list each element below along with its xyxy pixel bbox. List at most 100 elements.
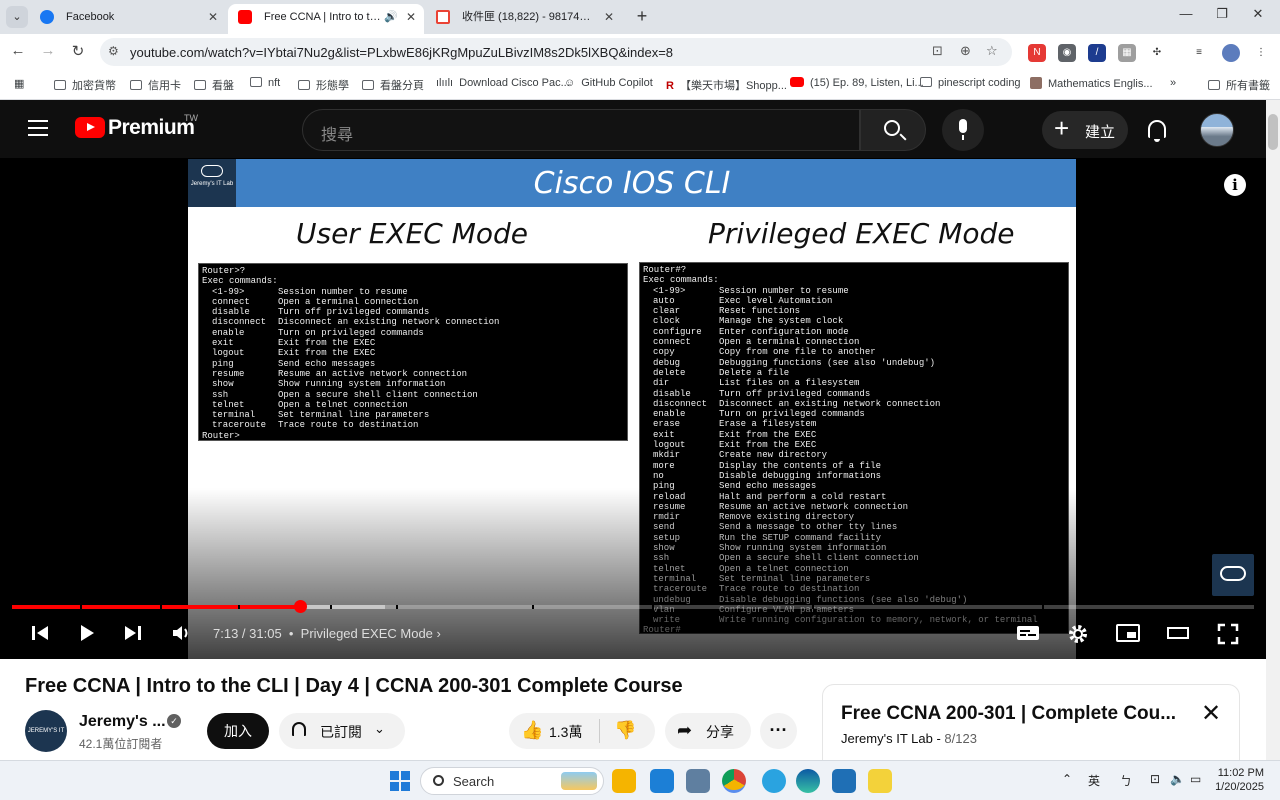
theater-mode-icon[interactable] <box>1167 623 1189 643</box>
create-button[interactable]: + 建立 <box>1042 111 1128 149</box>
scrollbar-thumb[interactable] <box>1268 114 1278 150</box>
extension-icon[interactable]: ▦ <box>1118 44 1136 62</box>
search-input[interactable]: 搜尋 <box>302 109 860 151</box>
bookmark-github-copilot[interactable]: ☺ GitHub Copilot <box>564 77 653 89</box>
site-info-icon[interactable]: ⚙ <box>108 44 119 58</box>
browser-menu-icon[interactable]: ⋮ <box>1252 44 1270 62</box>
dislike-icon[interactable]: 👎 <box>614 720 636 741</box>
bookmark-folder[interactable]: 信用卡 <box>130 77 181 93</box>
bookmark-folder[interactable]: 形態學 <box>298 77 349 93</box>
extension-icon[interactable]: ◉ <box>1058 44 1076 62</box>
tab-search-chevron-icon[interactable]: ⌄ <box>6 6 28 28</box>
reload-icon[interactable]: ↻ <box>68 42 88 60</box>
chrome-icon[interactable] <box>722 769 746 793</box>
terminal-command-row: dir List files on a filesystem <box>643 378 1065 388</box>
restore-button[interactable]: ❐ <box>1212 6 1232 22</box>
share-button[interactable]: ➦ 分享 <box>665 713 751 749</box>
extension-new-icon[interactable]: N <box>1028 44 1046 62</box>
join-button[interactable]: 加入 <box>207 713 269 749</box>
extension-flag-icon[interactable]: / <box>1088 44 1106 62</box>
bookmark-folder[interactable]: 加密貨幣 <box>54 77 116 93</box>
network-icon[interactable]: ⊡ <box>1150 772 1160 786</box>
file-explorer-icon[interactable] <box>612 769 636 793</box>
bookmark-rakuten[interactable]: R 【樂天市場】Shopp... <box>666 77 787 93</box>
address-bar[interactable]: ⚙ youtube.com/watch?v=IYbtai7Nu2g&list=P… <box>100 38 1012 66</box>
url-text[interactable]: youtube.com/watch?v=IYbtai7Nu2g&list=PLx… <box>130 45 673 60</box>
battery-icon[interactable]: ▭ <box>1190 772 1201 786</box>
new-tab-button[interactable]: + <box>632 6 652 27</box>
bookmark-folder[interactable]: 看盤分頁 <box>362 77 424 93</box>
bookmark-folder[interactable]: pinescript coding <box>920 77 1021 89</box>
close-icon[interactable]: ✕ <box>1201 699 1221 728</box>
bookmark-youtube[interactable]: (15) Ep. 89, Listen, Li... <box>790 77 924 89</box>
channel-watermark[interactable] <box>1212 554 1254 596</box>
more-actions-button[interactable]: ··· <box>760 713 797 749</box>
system-clock[interactable]: 11:02 PM 1/20/2025 <box>1212 766 1264 794</box>
back-icon[interactable]: ← <box>8 42 28 59</box>
close-icon[interactable]: ✕ <box>406 4 416 30</box>
menu-icon[interactable] <box>28 120 48 136</box>
ime-language-indicator[interactable]: 英 <box>1088 772 1100 789</box>
settings-gear-icon[interactable] <box>1067 623 1089 645</box>
previous-icon[interactable] <box>30 623 50 643</box>
tab-youtube-video[interactable]: Free CCNA | Intro to the CLI 🔊 ✕ <box>228 4 424 34</box>
show-hidden-icons-chevron-icon[interactable]: ⌃ <box>1062 772 1072 786</box>
volume-icon[interactable] <box>171 623 193 643</box>
voice-search-button[interactable] <box>942 109 984 151</box>
fullscreen-icon[interactable] <box>1217 623 1239 645</box>
bell-icon <box>292 722 306 736</box>
ime-mode-icon[interactable]: ㄅ <box>1120 772 1132 789</box>
more-bookmarks-icon[interactable]: » <box>1170 77 1176 89</box>
channel-name[interactable]: Jeremy's ... <box>79 713 166 731</box>
media-controls-icon[interactable]: ≡ <box>1190 44 1208 62</box>
next-icon[interactable] <box>123 623 143 643</box>
account-avatar[interactable] <box>1200 113 1234 147</box>
bookmark-folder[interactable]: nft <box>250 77 280 89</box>
play-icon[interactable] <box>77 623 97 643</box>
notepad-icon[interactable] <box>832 769 856 793</box>
minimize-button[interactable]: — <box>1176 6 1196 21</box>
close-icon[interactable]: ✕ <box>604 4 614 30</box>
telegram-icon[interactable] <box>762 769 786 793</box>
miniplayer-icon[interactable] <box>1116 623 1140 643</box>
page-scrollbar[interactable] <box>1266 100 1280 760</box>
forward-icon[interactable]: → <box>38 42 58 59</box>
extensions-puzzle-icon[interactable]: ✣ <box>1148 44 1166 62</box>
app-icon[interactable] <box>650 769 674 793</box>
bookmark-cisco[interactable]: ılıılı Download Cisco Pac... <box>436 77 570 89</box>
taskbar-search[interactable]: Search <box>420 767 604 795</box>
like-count[interactable]: 1.3萬 <box>549 722 582 742</box>
speaker-icon[interactable]: 🔊 <box>384 4 398 30</box>
bookmark-star-icon[interactable]: ☆ <box>986 43 998 59</box>
youtube-logo-icon[interactable] <box>75 117 105 138</box>
subtitles-icon[interactable] <box>1016 623 1040 643</box>
progress-bar[interactable] <box>12 600 1254 613</box>
bookmark-mathematics[interactable]: Mathematics Englis... <box>1030 77 1153 90</box>
channel-avatar[interactable]: JEREMY'S IT LAB <box>25 710 67 776</box>
zoom-icon[interactable]: ⊕ <box>960 43 971 59</box>
chapter-title[interactable]: Privileged EXEC Mode <box>301 626 433 641</box>
profile-avatar[interactable] <box>1222 44 1240 62</box>
app-icon[interactable] <box>868 769 892 793</box>
window-close-button[interactable]: ✕ <box>1248 6 1268 22</box>
like-icon[interactable]: 👍 <box>521 720 543 741</box>
subscribed-button[interactable]: 已訂閱 ⌄ <box>279 713 405 749</box>
search-button[interactable] <box>860 109 926 151</box>
bookmark-folder[interactable]: 看盤 <box>194 77 234 93</box>
video-player[interactable]: Jeremy's IT Lab Cisco IOS CLI User EXEC … <box>0 158 1266 659</box>
all-bookmarks-folder[interactable]: 所有書籤 <box>1208 77 1270 93</box>
youtube-premium-logo[interactable]: Premium <box>108 116 195 140</box>
close-icon[interactable]: ✕ <box>208 4 218 30</box>
tab-gmail[interactable]: 收件匣 (18,822) - 981746@gma ✕ <box>426 4 622 34</box>
apps-grid-icon[interactable]: ▦ <box>14 77 24 90</box>
info-icon[interactable]: i <box>1224 174 1246 196</box>
tab-facebook[interactable]: Facebook ✕ <box>30 4 226 34</box>
volume-icon[interactable]: 🔈 <box>1170 772 1185 786</box>
install-app-icon[interactable]: ⊡ <box>932 43 943 59</box>
edge-icon[interactable] <box>796 769 820 793</box>
windows-start-icon[interactable] <box>390 771 410 791</box>
playlist-title[interactable]: Free CCNA 200-301 | Complete Cou... <box>841 703 1181 725</box>
playlist-channel[interactable]: Jeremy's IT Lab <box>841 731 933 746</box>
notifications-bell-icon[interactable] <box>1148 120 1166 142</box>
app-icon[interactable] <box>686 769 710 793</box>
